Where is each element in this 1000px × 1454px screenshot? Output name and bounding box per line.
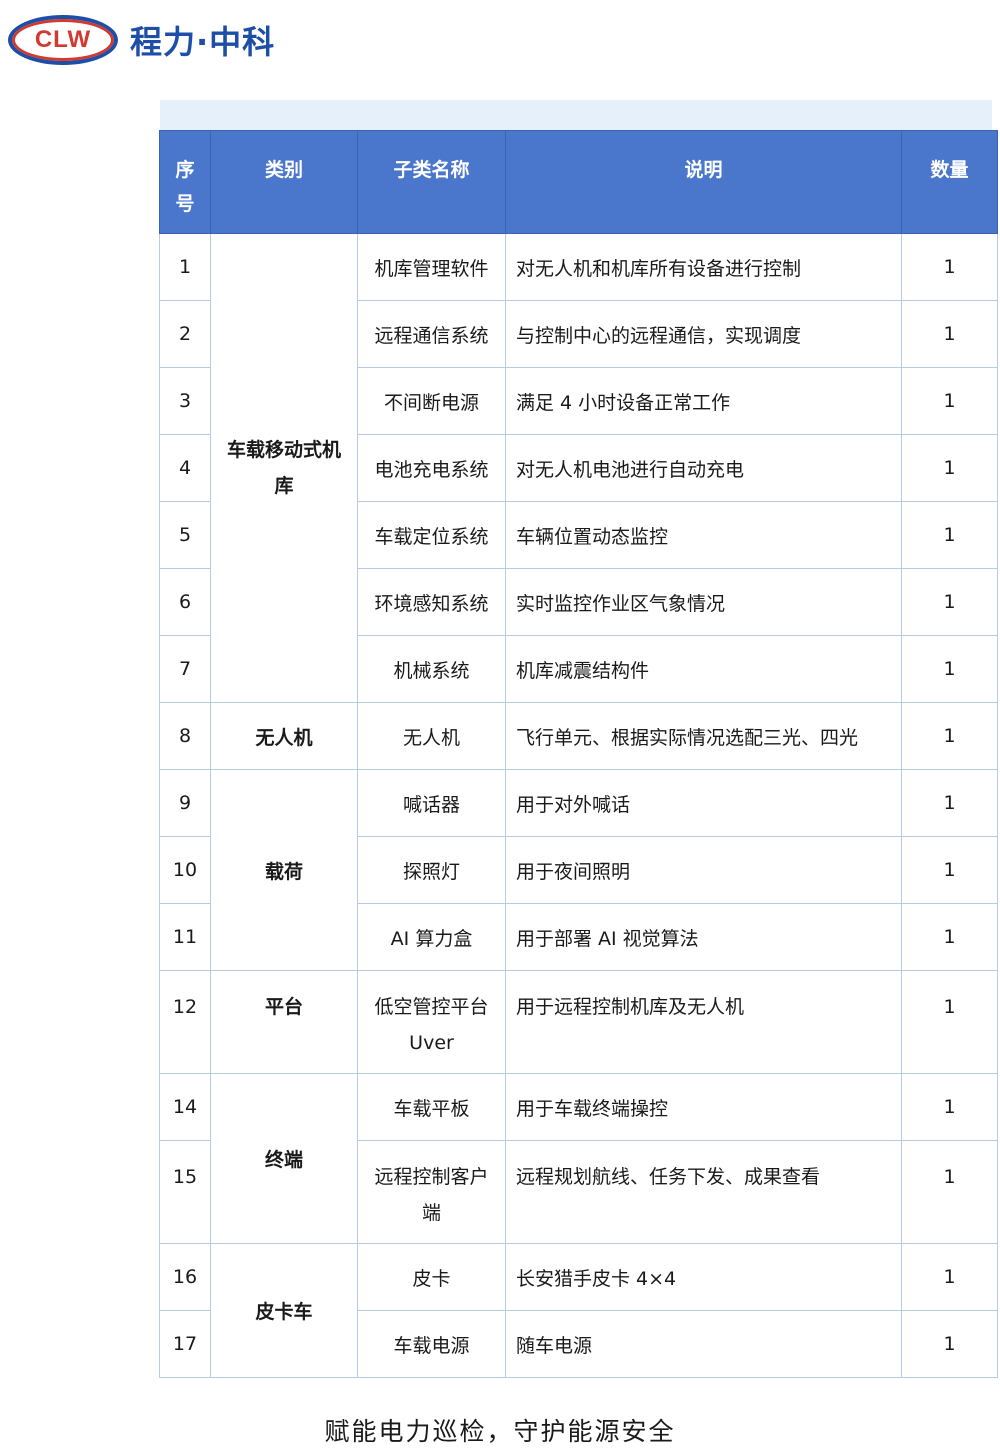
row-subcategory: 车载定位系统 [357, 501, 506, 569]
header-quantity: 数量 [901, 130, 998, 234]
row-subcategory: 电池充电系统 [357, 434, 506, 502]
row-index: 7 [159, 635, 211, 703]
header-description: 说明 [505, 130, 902, 234]
row-quantity: 1 [901, 1073, 998, 1141]
table-row: 1 车载移动式机库 机库管理软件 对无人机和机库所有设备进行控制 1 [159, 233, 998, 703]
table-top-band [160, 100, 992, 130]
company-logo: CLW 程力·中科 [8, 12, 275, 68]
row-quantity: 1 [901, 836, 998, 904]
company-name: 程力·中科 [130, 23, 276, 61]
row-quantity: 1 [901, 702, 998, 770]
row-index: 4 [159, 434, 211, 502]
row-quantity: 1 [901, 233, 998, 301]
row-description: 用于车载终端操控 [505, 1073, 902, 1141]
row-quantity: 1 [901, 568, 998, 636]
row-quantity: 1 [901, 903, 998, 971]
row-quantity: 1 [901, 1310, 998, 1378]
row-description: 与控制中心的远程通信，实现调度 [505, 300, 902, 368]
table-row: 16 皮卡车 皮卡 长安猎手皮卡 4×4 1 [159, 1243, 998, 1378]
row-category: 无人机 [210, 702, 358, 770]
row-description: 用于夜间照明 [505, 836, 902, 904]
table-row: 14 终端 车载平板 用于车载终端操控 1 [159, 1073, 998, 1244]
header-index: 序号 [159, 130, 211, 234]
row-category: 皮卡车 [210, 1243, 358, 1378]
row-subcategory: 皮卡 [357, 1243, 506, 1311]
row-quantity: 1 [901, 501, 998, 569]
footer-slogan: 赋能电力巡检，守护能源安全 [324, 1417, 676, 1446]
row-category: 载荷 [210, 769, 358, 971]
row-subcategory: 探照灯 [357, 836, 506, 904]
row-subcategory: 喊话器 [357, 769, 506, 837]
row-index: 1 [159, 233, 211, 301]
row-description: 车辆位置动态监控 [505, 501, 902, 569]
row-index: 3 [159, 367, 211, 435]
row-index: 17 [159, 1310, 211, 1378]
table-row: 8 无人机 无人机 飞行单元、根据实际情况选配三光、四光 1 [159, 702, 998, 770]
row-subcategory: 无人机 [357, 702, 506, 770]
row-description: 飞行单元、根据实际情况选配三光、四光 [505, 702, 902, 770]
row-subcategory: 低空管控平台 Uver [357, 970, 506, 1074]
row-index: 16 [159, 1243, 211, 1311]
row-description: 机库减震结构件 [505, 635, 902, 703]
row-index: 11 [159, 903, 211, 971]
row-index: 12 [159, 970, 211, 1074]
header-subcategory: 子类名称 [357, 130, 506, 234]
row-description: 实时监控作业区气象情况 [505, 568, 902, 636]
row-subcategory: 机械系统 [357, 635, 506, 703]
clw-logo-mark: CLW [8, 15, 118, 65]
row-description: 对无人机电池进行自动充电 [505, 434, 902, 502]
row-subcategory: 不间断电源 [357, 367, 506, 435]
header-category: 类别 [210, 130, 358, 234]
row-index: 2 [159, 300, 211, 368]
row-description: 对无人机和机库所有设备进行控制 [505, 233, 902, 301]
row-index: 8 [159, 702, 211, 770]
row-description: 用于对外喊话 [505, 769, 902, 837]
row-quantity: 1 [901, 1140, 998, 1244]
row-index: 5 [159, 501, 211, 569]
row-index: 6 [159, 568, 211, 636]
row-description: 随车电源 [505, 1310, 902, 1378]
row-index: 14 [159, 1073, 211, 1141]
table-header-row: 序号 类别 子类名称 说明 数量 [159, 130, 998, 234]
row-quantity: 1 [901, 300, 998, 368]
row-quantity: 1 [901, 367, 998, 435]
table-row: 12 平台 低空管控平台 Uver 用于远程控制机库及无人机 1 [159, 970, 998, 1074]
row-description: 满足 4 小时设备正常工作 [505, 367, 902, 435]
row-category: 平台 [210, 970, 358, 1074]
row-quantity: 1 [901, 1243, 998, 1311]
row-description: 长安猎手皮卡 4×4 [505, 1243, 902, 1311]
logo-abbr: CLW [34, 26, 92, 53]
row-description: 用于远程控制机库及无人机 [505, 970, 902, 1074]
row-subcategory: 环境感知系统 [357, 568, 506, 636]
row-category: 车载移动式机库 [210, 233, 358, 703]
row-subcategory: AI 算力盒 [357, 903, 506, 971]
table-row: 9 载荷 喊话器 用于对外喊话 1 [159, 769, 998, 971]
row-index: 15 [159, 1140, 211, 1244]
row-index: 10 [159, 836, 211, 904]
row-subcategory: 车载电源 [357, 1310, 506, 1378]
row-description: 远程规划航线、任务下发、成果查看 [505, 1140, 902, 1244]
row-description: 用于部署 AI 视觉算法 [505, 903, 902, 971]
row-quantity: 1 [901, 970, 998, 1074]
row-subcategory: 车载平板 [357, 1073, 506, 1141]
row-category: 终端 [210, 1073, 358, 1244]
row-subcategory: 远程控制客户端 [357, 1140, 506, 1244]
row-subcategory: 机库管理软件 [357, 233, 506, 301]
row-index: 9 [159, 769, 211, 837]
row-quantity: 1 [901, 769, 998, 837]
equipment-table: 序号 类别 子类名称 说明 数量 1 车载移动式机库 机库管理软件 对无人机和机… [159, 130, 998, 1378]
row-subcategory: 远程通信系统 [357, 300, 506, 368]
row-quantity: 1 [901, 434, 998, 502]
row-quantity: 1 [901, 635, 998, 703]
